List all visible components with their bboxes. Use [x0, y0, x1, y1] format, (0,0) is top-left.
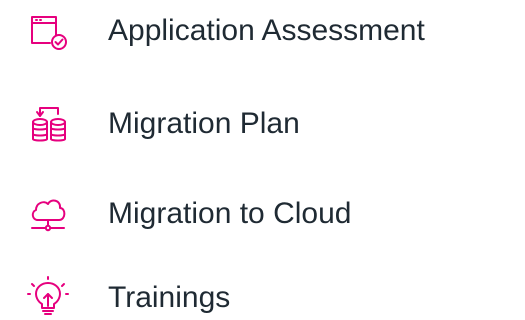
menu-item-application-assessment[interactable]: Application Assessment [0, 0, 525, 60]
menu-item-migration-to-cloud[interactable]: Migration to Cloud [0, 182, 525, 242]
menu-item-label: Migration to Cloud [108, 197, 352, 230]
lightbulb-icon [26, 276, 70, 320]
service-menu: Application Assessment Migration Plan Mi… [0, 0, 525, 320]
menu-item-label: Application Assessment [108, 14, 425, 47]
menu-item-trainings[interactable]: Trainings [0, 262, 525, 320]
menu-item-label: Migration Plan [108, 107, 300, 140]
browser-window-check-icon [26, 9, 70, 53]
menu-item-migration-plan[interactable]: Migration Plan [0, 95, 525, 155]
cloud-network-icon [26, 192, 70, 236]
menu-item-label: Trainings [108, 281, 231, 314]
database-migration-icon [26, 102, 70, 146]
